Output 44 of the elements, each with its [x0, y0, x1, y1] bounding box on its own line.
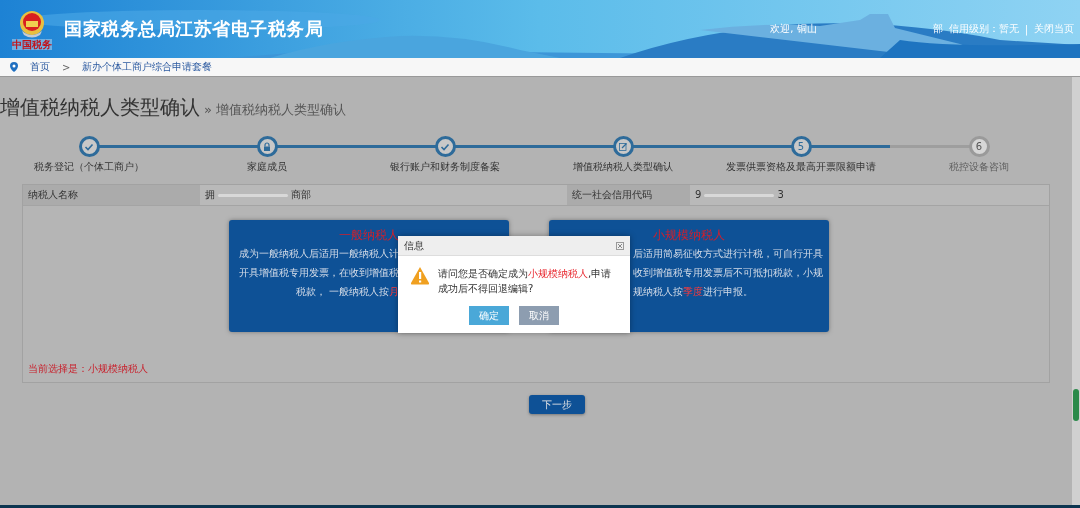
current-selection-text: 当前选择是：小规模纳税人 [28, 363, 148, 374]
card-text: 规纳税人按季度进行申报。 [633, 285, 753, 299]
field-label: 统一社会信用代码 [567, 185, 690, 205]
page-title: 增值税纳税人类型确认 [0, 94, 200, 121]
check-icon [440, 141, 450, 152]
step-label: 发票供票资格及最高开票限额申请 [726, 160, 876, 174]
scrollbar[interactable] [1072, 77, 1080, 508]
welcome-text: 欢迎, 铜山 [770, 22, 817, 36]
field-value: 拥 [205, 188, 215, 202]
breadcrumb-separator: > [62, 61, 71, 73]
field-value: 9 [695, 188, 702, 202]
field-value: 3 [777, 188, 784, 202]
step-label: 银行账户和财务制度备案 [390, 160, 500, 174]
page-subtitle: » 增值税纳税人类型确认 [204, 101, 347, 119]
credit-level: 信用级别：暂无 [948, 22, 1019, 36]
breadcrumb-link[interactable]: 新办个体工商户综合申请套餐 [82, 60, 213, 74]
separator: | [1024, 23, 1028, 35]
dialog-title: 信息 [404, 238, 424, 253]
field-label: 纳税人名称 [23, 185, 200, 205]
lock-icon [262, 141, 272, 152]
warning-icon [410, 266, 430, 285]
next-step-button[interactable]: 下一步 [529, 395, 585, 414]
card-title: 小规模纳税人 [652, 227, 726, 244]
card-text: 成为一般纳税人后适用一般纳税人计 [239, 247, 399, 261]
card-title: 一般纳税人 [338, 227, 400, 244]
card-text: 后适用简易征收方式进行计税，可自行开具 [633, 247, 823, 261]
site-title: 国家税务总局江苏省电子税务局 [64, 17, 323, 41]
scrollbar-thumb[interactable] [1073, 389, 1079, 421]
edit-icon [618, 141, 628, 152]
field-value: 商部 [291, 188, 311, 202]
card-text: 收到增值税专用发票后不可抵扣税款，小规 [633, 266, 823, 280]
card-text: 税款， 一般纳税人按月 [295, 285, 399, 299]
step-label: 税控设备咨询 [949, 160, 1009, 174]
step-number: 6 [975, 141, 983, 152]
step-label: 增值税纳税人类型确认 [573, 160, 673, 174]
emblem-icon [17, 8, 47, 39]
breadcrumb-link[interactable]: 首页 [30, 60, 50, 74]
emblem-caption: 中国税务 [12, 38, 52, 50]
step-label: 家庭成员 [247, 160, 287, 174]
check-icon [84, 141, 94, 152]
close-icon[interactable] [616, 241, 624, 250]
step-number: 5 [797, 141, 805, 152]
step-label: 税务登记（个体工商户） [34, 160, 144, 174]
location-pin-icon [10, 62, 18, 72]
